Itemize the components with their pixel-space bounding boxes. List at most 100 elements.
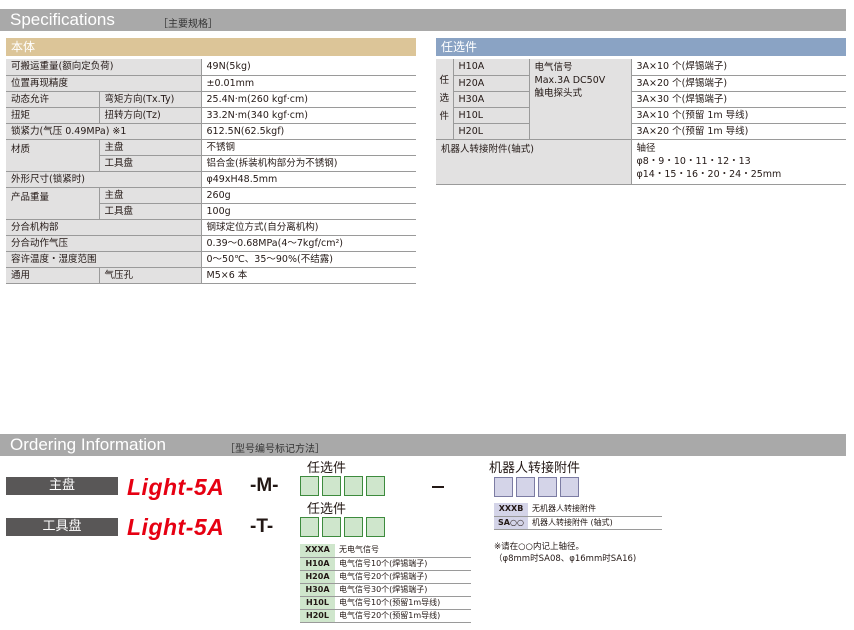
adapter-box (494, 477, 513, 497)
spec-row: 分合机构部 钢球定位方式(自分离机构) (6, 219, 416, 236)
option-box (300, 476, 319, 496)
option-section-header: 任选件 (436, 38, 846, 56)
spec-label: 位置再现精度 (6, 75, 201, 92)
spec-label: 外形尺寸(锁紧时) (6, 171, 201, 188)
spec-row: 可搬运重量(额向定负荷) 49N(5kg) (6, 59, 416, 76)
spec-row: 产品重量 主盘 260g (6, 187, 416, 220)
adapter-box (560, 477, 579, 497)
ordering-title: Ordering Information (10, 435, 166, 454)
code-desc: 电气信号20个(预留1m导线) (335, 609, 471, 623)
spec-value: 0～50℃、35～90%(不结露) (200, 251, 416, 268)
spec-label: 材质 (6, 139, 99, 172)
option-code-table: XXXA 无电气信号 H10A 电气信号10个(焊锡端子) H20A 电气信号20个(焊锡… (300, 544, 471, 623)
spec-value: 260g (200, 187, 416, 204)
option-signal-desc: 电气信号 Max.3A DC50V 触电探头式 (528, 59, 631, 140)
spec-row: 位置再现精度 ±0.01mm (6, 75, 416, 92)
ordering-subtitle: ［型号编号标记方法］ (225, 444, 325, 455)
option-code-row: H30A 电气信号30个(焊锡端子) (300, 583, 471, 597)
spec-value: 612.5N(62.5kgf) (200, 123, 416, 140)
option-spec-table: 任 选 件 H10A 电气信号 Max.3A DC50V 触电探头式 3A×10… (436, 59, 846, 185)
brand-logo-tool: Light-5A (127, 514, 225, 540)
code-key: H10A (300, 557, 335, 571)
spec-label: 容许温度・湿度范围 (6, 251, 201, 268)
spec-sublabel: 工具盘 (98, 203, 201, 220)
spec-value: 100g (200, 203, 416, 220)
option-box (322, 517, 341, 537)
spec-label: 扭矩 (6, 107, 99, 124)
option-code-row: H20A 电气信号20个(焊锡端子) (300, 570, 471, 584)
option-value: 3A×10 个(焊锡端子) (630, 59, 846, 76)
adapter-box (538, 477, 557, 497)
option-model: H10A (452, 59, 529, 76)
spec-row: 分合动作气压 0.39～0.68MPa(4～7kgf/cm²) (6, 235, 416, 252)
option-box (300, 517, 319, 537)
option-code-row: H20L 电气信号20个(预留1m导线) (300, 609, 471, 623)
spec-sublabel: 扭转方向(Tz) (98, 107, 201, 124)
spec-sublabel: 气压孔 (98, 267, 201, 284)
spec-row: 锁紧力(气压 0.49MPa) ※1 612.5N(62.5kgf) (6, 123, 416, 140)
spec-row: 外形尺寸(锁紧时) φ49xH48.5mm (6, 171, 416, 188)
spec-sublabel: 主盘 (98, 139, 201, 156)
main-code: -M- (250, 475, 279, 496)
spec-value: ±0.01mm (200, 75, 416, 92)
specifications-subtitle: ［主要规格］ (158, 19, 218, 30)
option-side-label: 任 选 件 (436, 59, 453, 140)
option-value: 3A×30 个(焊锡端子) (630, 91, 846, 108)
spec-sublabel: 工具盘 (98, 155, 201, 172)
specifications-band: Specifications ［主要规格］ (0, 9, 846, 31)
spec-value: 0.39～0.68MPa(4～7kgf/cm²) (200, 235, 416, 252)
spec-row: 扭矩 扭转方向(Tz) 33.2N·m(340 kgf·cm) (6, 107, 416, 124)
body-spec-table: 可搬运重量(额向定负荷) 49N(5kg) 位置再现精度 ±0.01mm 动态允许 弯矩方… (6, 59, 416, 284)
option-model: H10L (452, 107, 529, 124)
code-desc: 电气信号10个(焊锡端子) (335, 557, 471, 571)
option-boxes-main (300, 476, 385, 496)
adapter-label: 机器人转接附件(轴式) (436, 139, 631, 185)
spec-sublabel: 主盘 (98, 187, 201, 204)
option-model: H20A (452, 75, 529, 92)
option-value: 3A×20 个(焊锡端子) (630, 75, 846, 92)
code-key: SA○○ (494, 516, 528, 530)
body-section-header: 本体 (6, 38, 416, 56)
option-value: 3A×20 个(预留 1m 导线) (630, 123, 846, 140)
spec-row: 动态允许 弯矩方向(Tx.Ty) 25.4N·m(260 kgf·cm) (6, 91, 416, 108)
code-desc: 电气信号30个(焊锡端子) (335, 583, 471, 597)
code-key: XXXA (300, 544, 335, 558)
option-box (366, 476, 385, 496)
brand-logo-main: Light-5A (127, 474, 225, 500)
spec-value: 钢球定位方式(自分离机构) (200, 219, 416, 236)
spec-value: 不锈钢 (200, 139, 416, 156)
spec-value: 33.2N·m(340 kgf·cm) (200, 107, 416, 124)
adapter-box (516, 477, 535, 497)
main-plate-label: 主盘 (6, 477, 118, 495)
option-value: 3A×10 个(预留 1m 导线) (630, 107, 846, 124)
code-desc: 电气信号20个(焊锡端子) (335, 570, 471, 584)
spec-value: 铝合金(拆装机构部分为不锈钢) (200, 155, 416, 172)
code-desc: 无电气信号 (335, 544, 471, 558)
option-box (344, 476, 363, 496)
spec-label: 分合机构部 (6, 219, 201, 236)
spec-row: 容许温度・湿度范围 0～50℃、35～90%(不结露) (6, 251, 416, 268)
option-box (344, 517, 363, 537)
ordering-band: Ordering Information ［型号编号标记方法］ (0, 434, 846, 456)
option-code-row: H10A 电气信号10个(焊锡端子) (300, 557, 471, 571)
spec-label: 产品重量 (6, 187, 99, 220)
spec-label: 动态允许 (6, 91, 99, 108)
adapter-note: ※请在○○内记上轴径。 （φ8mm时SA08、φ16mm时SA16) (494, 542, 637, 564)
spec-sublabel: 弯矩方向(Tx.Ty) (98, 91, 201, 108)
code-key: H20A (300, 570, 335, 584)
option-code-row: H10L 电气信号10个(预留1m导线) (300, 596, 471, 610)
code-desc: 电气信号10个(预留1m导线) (335, 596, 471, 610)
adapter-title: 机器人转接附件 (489, 461, 581, 476)
option-code-row: XXXA 无电气信号 (300, 544, 471, 558)
code-desc: 无机器人转接附件 (528, 503, 662, 517)
code-desc: 机器人转接附件 (轴式) (528, 516, 662, 530)
spec-label: 锁紧力(气压 0.49MPa) ※1 (6, 123, 201, 140)
option-label-main: 任选件 (307, 461, 347, 476)
code-key: H30A (300, 583, 335, 597)
spec-value: M5×6 本 (200, 267, 416, 284)
adapter-values: 轴径 φ8・9・10・11・12・13 φ14・15・16・20・24・25mm (630, 139, 846, 185)
option-label-tool: 任选件 (307, 502, 347, 517)
spec-row: 材质 主盘 不锈钢 (6, 139, 416, 172)
spec-value: 25.4N·m(260 kgf·cm) (200, 91, 416, 108)
tool-code: -T- (250, 516, 274, 537)
